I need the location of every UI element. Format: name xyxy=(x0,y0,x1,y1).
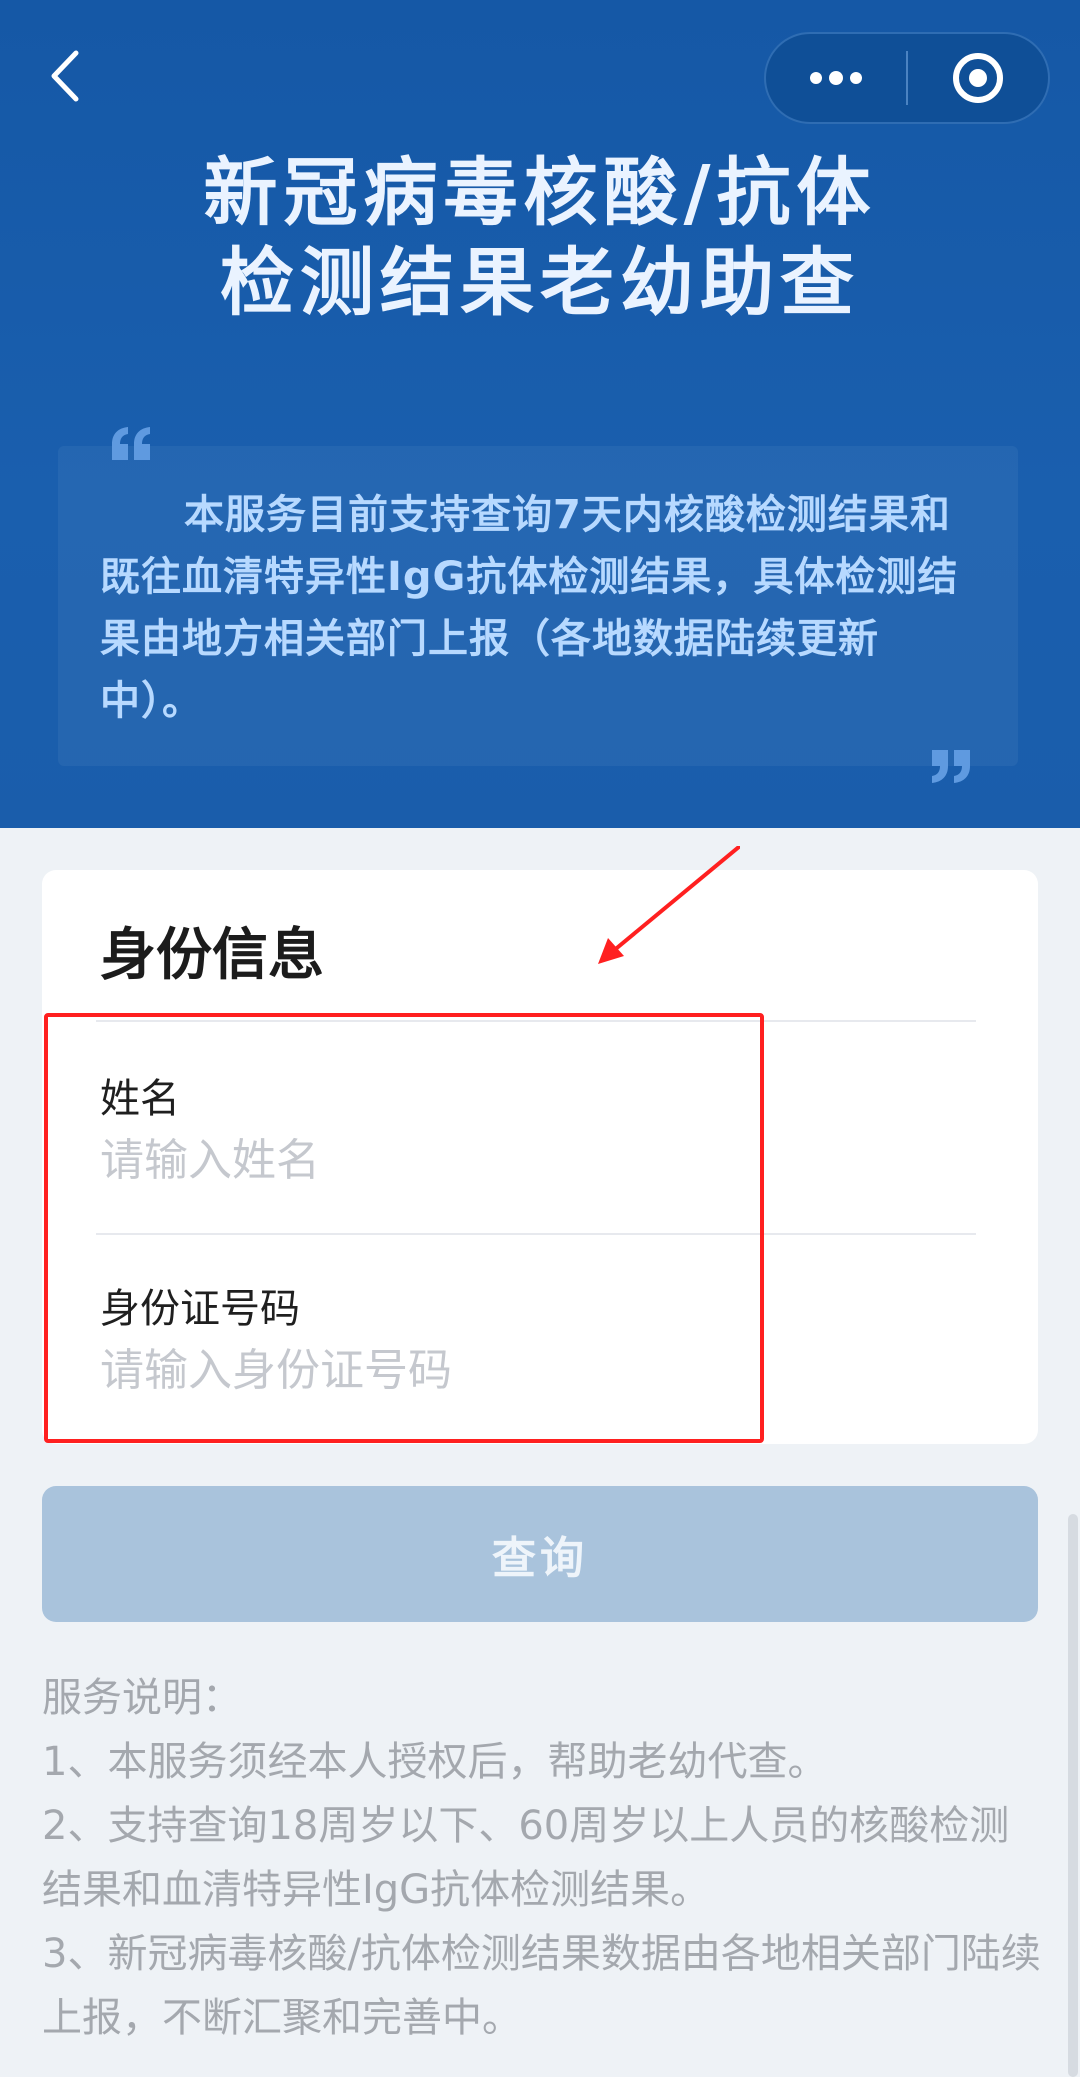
service-note-item: 3、新冠病毒核酸/抗体检测结果数据由各地相关部门陆续上报，不断汇聚和完善中。 xyxy=(42,1931,1041,2041)
more-button[interactable] xyxy=(766,34,906,122)
scrollbar[interactable] xyxy=(1068,1514,1078,2077)
quote-open-icon xyxy=(112,427,150,460)
annotation-arrow-icon xyxy=(598,846,740,964)
service-note-item: 2、支持查询18周岁以下、60周岁以上人员的核酸检测结果和血清特异性IgG抗体检… xyxy=(42,1803,1010,1913)
page-title-line1: 新冠病毒核酸/抗体 xyxy=(203,150,877,236)
close-mini-program-button[interactable] xyxy=(908,34,1048,122)
chevron-left-icon xyxy=(51,50,79,102)
target-circle-icon xyxy=(952,53,1003,103)
mini-program-capsule xyxy=(764,32,1050,124)
back-button[interactable] xyxy=(40,46,90,106)
service-notes: 服务说明： 1、本服务须经本人授权后，帮助老幼代查。 2、支持查询18周岁以下、… xyxy=(42,1666,1042,2050)
more-dots-icon xyxy=(810,71,862,85)
quote-close-icon xyxy=(932,750,970,783)
page-title-line2: 检测结果老幼助查 xyxy=(220,240,860,326)
annotation-highlight-box xyxy=(44,1013,764,1443)
service-notes-heading: 服务说明： xyxy=(42,1675,242,1721)
query-button[interactable]: 查询 xyxy=(42,1486,1038,1622)
identity-card-title: 身份信息 xyxy=(100,923,324,988)
intro-text: 本服务目前支持查询7天内核酸检测结果和既往血清特异性IgG抗体检测结果，具体检测… xyxy=(100,492,959,724)
service-note-item: 1、本服务须经本人授权后，帮助老幼代查。 xyxy=(42,1739,828,1785)
page-title: 新冠病毒核酸/抗体 检测结果老幼助查 xyxy=(0,148,1080,328)
